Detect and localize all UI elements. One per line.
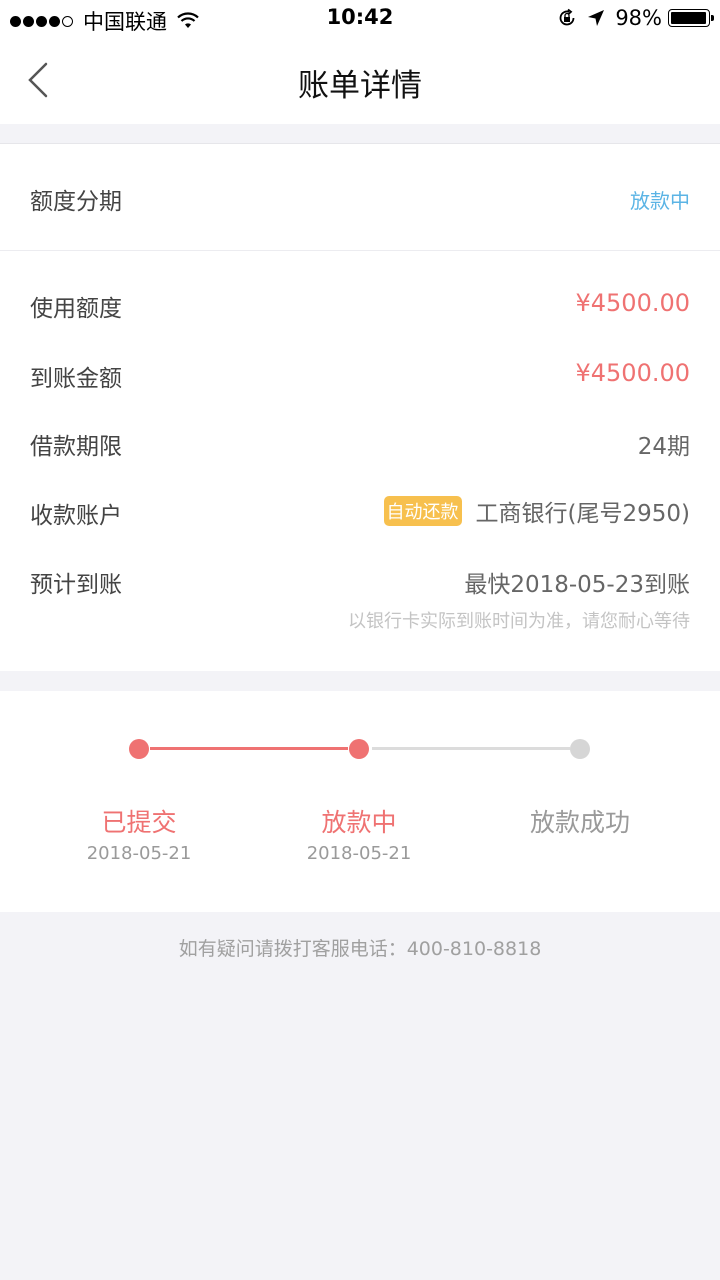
- location-arrow-icon: [588, 10, 605, 26]
- eta-label: 预计到账: [30, 572, 122, 598]
- step-dot-submitted: [129, 739, 149, 759]
- progress-card: 已提交 放款中 放款成功 2018-05-21 2018-05-21: [0, 691, 720, 912]
- step-date-submitted: 2018-05-21: [86, 843, 192, 864]
- battery-fill: [671, 12, 707, 24]
- eta-value: 最快2018-05-23到账: [464, 572, 690, 598]
- step-dot-disbursing: [349, 739, 369, 759]
- orientation-lock-icon: [559, 8, 575, 26]
- status-badge: 放款中: [630, 189, 690, 213]
- received-amount-label: 到账金额: [30, 366, 122, 392]
- account-label: 收款账户: [30, 503, 122, 529]
- term-label: 借款期限: [30, 434, 122, 460]
- details-card: 使用额度 ¥4500.00 到账金额 ¥4500.00 借款期限 24期 收款账…: [0, 251, 720, 671]
- step-label-success: 放款成功: [529, 808, 630, 837]
- progress-track-done: [150, 747, 348, 750]
- account-value-row: 自动还款 工商银行(尾号2950): [383, 494, 690, 528]
- step-date-disbursing: 2018-05-21: [306, 843, 412, 864]
- used-amount-label: 使用额度: [30, 296, 122, 322]
- auto-repay-badge: 自动还款: [383, 496, 462, 526]
- used-amount-value: ¥4500.00: [575, 289, 690, 317]
- term-value: 24期: [637, 434, 690, 460]
- eta-note: 以银行卡实际到账时间为准，请您耐心等待: [348, 611, 690, 632]
- status-right: 98%: [557, 6, 714, 30]
- summary-card: 额度分期 放款中: [0, 143, 720, 251]
- step-label-submitted: 已提交: [101, 808, 177, 837]
- progress-track-pending: [372, 747, 570, 750]
- battery-icon: [668, 9, 714, 27]
- step-dot-success: [570, 739, 590, 759]
- page-title: 账单详情: [298, 68, 422, 104]
- summary-label: 额度分期: [30, 189, 122, 215]
- battery-percent: 98%: [615, 6, 662, 30]
- step-label-disbursing: 放款中: [321, 808, 397, 837]
- account-value: 工商银行(尾号2950): [475, 501, 690, 527]
- received-amount-value: ¥4500.00: [575, 359, 690, 387]
- nav-bar: 账单详情: [0, 36, 720, 124]
- status-bar: 中国联通 10:42 98%: [0, 0, 720, 36]
- customer-service-note: 如有疑问请拨打客服电话：400-810-8818: [178, 938, 542, 960]
